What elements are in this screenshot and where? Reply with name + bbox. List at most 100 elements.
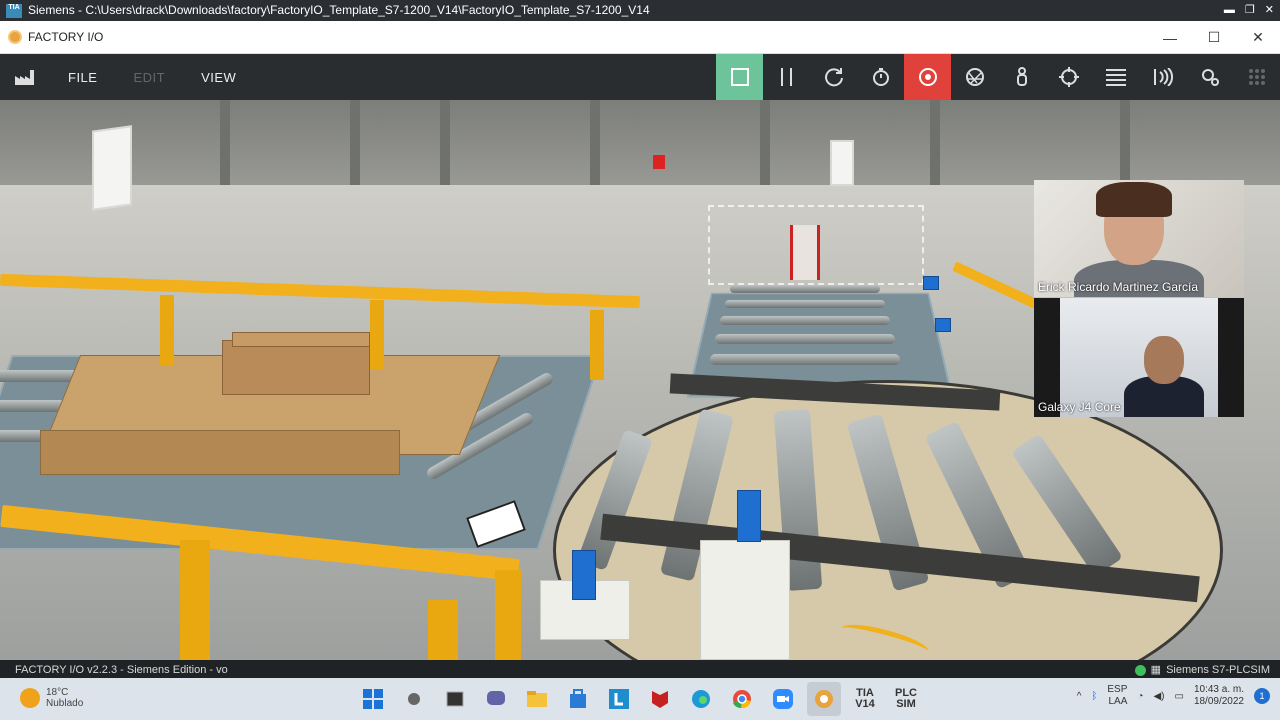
rail-post xyxy=(370,300,384,370)
tia-portal-taskbar-icon[interactable]: TIA V14 xyxy=(848,682,882,716)
blue-sensor xyxy=(935,318,951,332)
participant-name: Erick Ricardo Martinez García xyxy=(1038,280,1199,294)
bluetooth-icon[interactable]: ᛒ xyxy=(1091,691,1097,702)
connection-ok-icon xyxy=(1134,664,1146,676)
weather-widget[interactable]: 18°C Nublado xyxy=(20,687,83,709)
rail-post xyxy=(180,540,210,660)
rail-post xyxy=(160,295,174,365)
participant-name: Galaxy J4 Core xyxy=(1038,400,1121,414)
windows-taskbar: 18°C Nublado TIA V14 PLC SIM ^ ᛒ ESP LAA… xyxy=(0,678,1280,720)
close-button[interactable]: ✕ xyxy=(1236,21,1280,54)
factory-icon[interactable] xyxy=(0,54,50,100)
store-icon[interactable] xyxy=(561,682,595,716)
edge-icon[interactable] xyxy=(684,682,718,716)
language-indicator[interactable]: ESP LAA xyxy=(1107,684,1127,708)
menu-view[interactable]: VIEW xyxy=(183,70,254,85)
factory-io-taskbar-icon[interactable] xyxy=(807,682,841,716)
app-titlebar: FACTORY I/O — ☐ ✕ xyxy=(0,21,1280,54)
stopwatch-icon[interactable] xyxy=(857,54,904,100)
task-view-icon[interactable] xyxy=(438,682,472,716)
outer-minimize-icon[interactable]: ▬ xyxy=(1224,0,1235,21)
rail-post xyxy=(428,600,458,660)
status-bar: FACTORY I/O v2.2.3 - Siemens Edition - v… xyxy=(0,660,1280,678)
outer-close-icon[interactable]: ✕ xyxy=(1265,0,1274,21)
stacker-part xyxy=(790,225,820,280)
participant-face xyxy=(1144,336,1184,384)
roller xyxy=(715,334,895,344)
mcafee-icon[interactable] xyxy=(643,682,677,716)
blue-sensor xyxy=(737,490,761,542)
cardboard-box-top xyxy=(232,332,370,347)
roller xyxy=(710,354,900,365)
wall-column xyxy=(590,100,600,195)
driver-icon: ▦ xyxy=(1150,664,1162,676)
outer-window-controls: ▬ ❐ ✕ xyxy=(1224,0,1274,21)
cardboard-box xyxy=(222,340,370,395)
maximize-button[interactable]: ☐ xyxy=(1192,21,1236,54)
chrome-icon[interactable] xyxy=(725,682,759,716)
file-explorer-icon[interactable] xyxy=(520,682,554,716)
list-icon[interactable] xyxy=(1092,54,1139,100)
video-tile-2[interactable]: Galaxy J4 Core xyxy=(1034,298,1244,417)
clock[interactable]: 10:43 a. m. 18/09/2022 xyxy=(1194,684,1244,708)
notification-badge[interactable]: 1 xyxy=(1254,688,1270,704)
wall-column xyxy=(930,100,940,195)
l-app-icon[interactable] xyxy=(602,682,636,716)
teams-chat-icon[interactable] xyxy=(479,682,513,716)
wall-column xyxy=(440,100,450,195)
weather-desc: Nublado xyxy=(46,698,84,709)
roller xyxy=(730,285,880,293)
pallet-front xyxy=(40,430,400,475)
plcsim-taskbar-icon[interactable]: PLC SIM xyxy=(889,682,923,716)
wall-column xyxy=(350,100,360,195)
participant-hair xyxy=(1096,182,1172,217)
outer-window-title: Siemens - C:\Users\drack\Downloads\facto… xyxy=(28,3,650,17)
blue-sensor xyxy=(923,276,939,290)
clock-time: 10:43 a. m. xyxy=(1193,684,1244,695)
rail-post xyxy=(590,310,604,380)
status-version: FACTORY I/O v2.2.3 - Siemens Edition - v… xyxy=(15,664,228,676)
factory-io-logo-icon xyxy=(8,30,22,44)
sensor-base xyxy=(700,540,790,660)
wall-column xyxy=(760,100,770,195)
volume-icon[interactable]: ◀) xyxy=(1153,691,1164,702)
menu-file[interactable]: FILE xyxy=(50,70,115,85)
rail-post xyxy=(495,570,521,660)
sun-icon xyxy=(20,688,40,708)
main-toolbar: FILE EDIT VIEW xyxy=(0,54,1280,100)
minimize-button[interactable]: — xyxy=(1148,21,1192,54)
alarm-box xyxy=(653,155,665,169)
tia-portal-icon: TIA xyxy=(6,3,22,18)
system-tray: ^ ᛒ ESP LAA ◔ ◀) ▭ 10:43 a. m. 18/09/202… xyxy=(1077,684,1270,708)
sensor-icon[interactable] xyxy=(1139,54,1186,100)
clock-date: 18/09/2022 xyxy=(1193,696,1244,707)
language-code: ESP xyxy=(1107,684,1128,695)
battery-icon[interactable]: ▭ xyxy=(1174,691,1183,702)
menu-edit[interactable]: EDIT xyxy=(115,70,183,85)
camera-icon[interactable] xyxy=(904,54,951,100)
outer-window-titlebar: TIA Siemens - C:\Users\drack\Downloads\f… xyxy=(0,0,1280,21)
grid-icon[interactable] xyxy=(1233,54,1280,100)
warehouse-door xyxy=(92,125,132,211)
roller xyxy=(720,316,890,325)
stop-square-icon[interactable] xyxy=(716,54,763,100)
pause-icon[interactable] xyxy=(763,54,810,100)
weather-temp: 18°C xyxy=(46,687,69,698)
search-icon[interactable] xyxy=(397,682,431,716)
tray-chevron-icon[interactable]: ^ xyxy=(1077,691,1082,702)
zoom-icon[interactable] xyxy=(766,682,800,716)
status-driver[interactable]: Siemens S7-PLCSIM xyxy=(1166,660,1270,678)
person-icon[interactable] xyxy=(998,54,1045,100)
outer-restore-icon[interactable]: ❐ xyxy=(1245,0,1255,21)
video-tile-1[interactable]: Erick Ricardo Martinez García xyxy=(1034,180,1244,297)
crosshair-icon[interactable] xyxy=(1045,54,1092,100)
reset-icon[interactable] xyxy=(810,54,857,100)
roller xyxy=(725,300,885,308)
language-layout: LAA xyxy=(1108,696,1128,707)
blue-sensor xyxy=(572,550,596,600)
wifi-icon[interactable]: ◔ xyxy=(1137,691,1143,702)
start-icon[interactable] xyxy=(356,682,390,716)
settings-icon[interactable] xyxy=(1186,54,1233,100)
warehouse-door xyxy=(830,140,854,186)
aperture-icon[interactable] xyxy=(951,54,998,100)
